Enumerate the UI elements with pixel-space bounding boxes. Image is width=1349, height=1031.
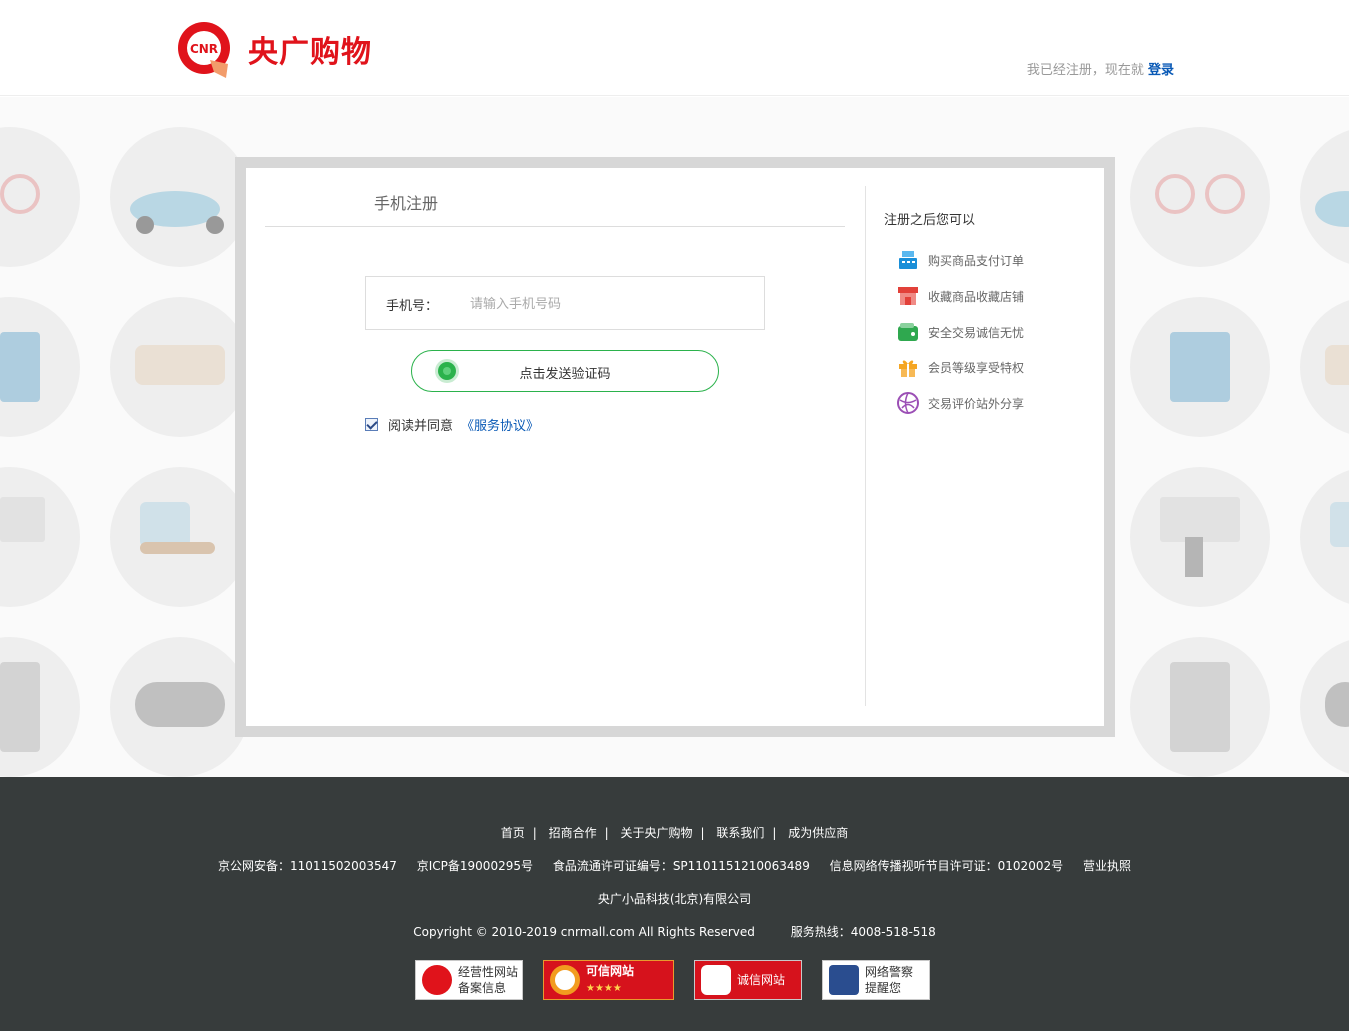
badge-cyber-police[interactable]: 网络警察 提醒您: [822, 960, 930, 1000]
benefit-label: 会员等级享受特权: [928, 360, 1025, 375]
copyright: Copyright © 2010-2019 cnrmall.com All Ri…: [413, 925, 755, 939]
phone-input[interactable]: [470, 289, 750, 319]
benefit-label: 安全交易诚信无忧: [928, 325, 1025, 340]
benefit-item: 收藏商品收藏店铺: [896, 284, 1024, 308]
badge-line1: 可信网站: [586, 964, 635, 978]
footer-link-home[interactable]: 首页: [501, 826, 525, 840]
benefits-title: 注册之后您可以: [884, 213, 976, 228]
login-link[interactable]: 登录: [1148, 63, 1174, 78]
service-agreement-link[interactable]: 《服务协议》: [461, 415, 539, 434]
agree-checkbox[interactable]: [365, 418, 378, 431]
badge-line1: 经营性网站: [458, 965, 519, 979]
site-logo[interactable]: CNR 央广购物: [176, 20, 372, 78]
badge-line1: 诚信网站: [737, 973, 786, 987]
footer-copyright-row: Copyright © 2010-2019 cnrmall.com All Ri…: [0, 923, 1349, 940]
agreement-row: 阅读并同意 《服务协议》: [365, 415, 539, 434]
footer-link-contact[interactable]: 联系我们: [716, 826, 764, 840]
police-icon: [829, 965, 859, 995]
license-food: 食品流通许可证编号：SP1101151210063489: [552, 859, 810, 873]
logo-wordmark: 央广购物: [248, 35, 372, 70]
phone-label: 手机号：: [386, 299, 439, 314]
license-police[interactable]: 京公网安备：11011502003547: [218, 859, 397, 873]
license-av: 信息网络传播视听节目许可证：0102002号: [829, 859, 1064, 873]
trust-badges: 经营性网站备案信息 可信网站 ★★★★ 诚信网站 网络警察提醒您: [415, 960, 935, 1008]
badge-stars: ★★★★: [586, 983, 622, 994]
login-prompt: 我已经注册，现在就: [1026, 63, 1144, 78]
footer-licenses: 京公网安备：11011502003547 京ICP备19000295号 食品流通…: [0, 857, 1349, 874]
site-header: CNR 央广购物 我已经注册，现在就 登录: [0, 0, 1349, 96]
benefit-item: 交易评价站外分享: [896, 391, 1024, 415]
badge-trusted-site[interactable]: 可信网站 ★★★★: [543, 960, 674, 1000]
logo-mark-text: CNR: [190, 42, 218, 56]
register-panel: 手机注册 手机号： 点击发送验证码 阅读并同意 《服务协议》 注册之后您可以 购…: [246, 168, 1104, 726]
tab-underline: [265, 226, 845, 227]
benefit-item: 会员等级享受特权: [896, 355, 1024, 379]
footer-nav: 首页 | 招商合作 | 关于央广购物 | 联系我们 | 成为供应商: [500, 826, 849, 840]
cnr-logo-icon: CNR: [178, 22, 230, 78]
footer-link-business[interactable]: 招商合作: [549, 826, 597, 840]
emblem-icon: [422, 965, 452, 995]
integrity-icon: [701, 965, 731, 995]
panel-divider: [865, 186, 866, 706]
benefit-item: 购买商品支付订单: [896, 248, 1024, 272]
badge-integrity-site[interactable]: 诚信网站: [694, 960, 802, 1000]
benefit-item: 安全交易诚信无忧: [896, 320, 1024, 344]
footer-link-about[interactable]: 关于央广购物: [620, 826, 692, 840]
login-hint: 我已经注册，现在就 登录: [1027, 59, 1174, 78]
license-business[interactable]: 营业执照: [1083, 859, 1131, 873]
badge-line1: 网络警察: [865, 965, 914, 979]
badge-website-filing[interactable]: 经营性网站 备案信息: [415, 960, 523, 1000]
tab-phone-register[interactable]: 手机注册: [374, 190, 438, 214]
trusted-site-icon: [550, 965, 580, 995]
badge-line2: 提醒您: [865, 981, 902, 995]
license-icp[interactable]: 京ICP备19000295号: [417, 859, 533, 873]
gift-icon: [896, 355, 920, 379]
send-code-button[interactable]: 点击发送验证码: [411, 350, 719, 392]
benefit-label: 购买商品支付订单: [928, 253, 1025, 268]
benefit-label: 收藏商品收藏店铺: [928, 289, 1025, 304]
phone-field-group: 手机号：: [365, 276, 765, 330]
wallet-icon: [896, 320, 920, 344]
footer-link-supplier[interactable]: 成为供应商: [788, 826, 848, 840]
badge-line2: 备案信息: [458, 981, 507, 995]
store-icon: [896, 284, 920, 308]
share-globe-icon: [896, 391, 920, 415]
agree-text: 阅读并同意: [388, 419, 454, 434]
hotline: 服务热线：4008-518-518: [790, 925, 936, 939]
send-code-label: 点击发送验证码: [519, 367, 611, 382]
footer-company: 央广小品科技(北京)有限公司: [597, 892, 752, 906]
benefit-label: 交易评价站外分享: [928, 396, 1025, 411]
site-footer: 首页 | 招商合作 | 关于央广购物 | 联系我们 | 成为供应商 京公网安备：1101…: [0, 777, 1349, 1031]
cash-register-icon: [896, 248, 920, 272]
